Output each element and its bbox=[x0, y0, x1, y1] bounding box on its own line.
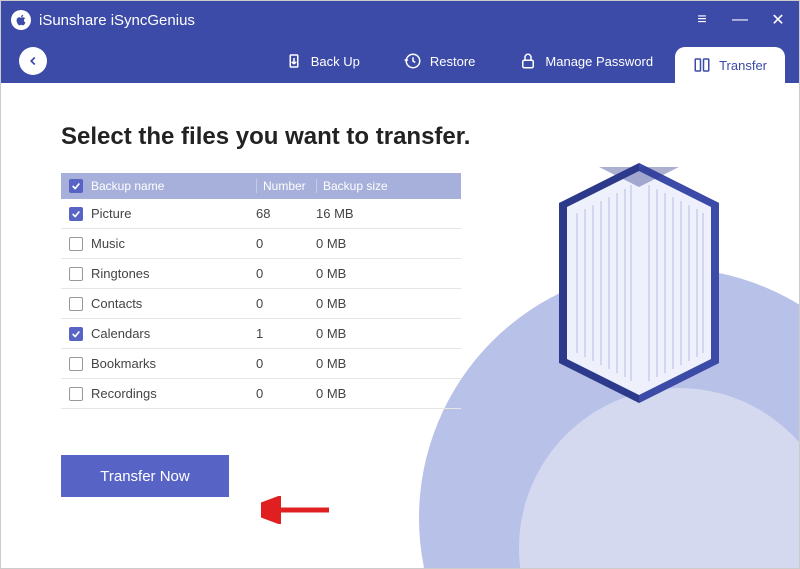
titlebar-left: iSunshare iSyncGenius bbox=[11, 10, 195, 30]
row-size: 0 MB bbox=[316, 386, 461, 401]
row-name: Calendars bbox=[91, 326, 256, 341]
file-table: Backup name Number Backup size Picture68… bbox=[61, 173, 461, 409]
row-name: Recordings bbox=[91, 386, 256, 401]
header-size: Backup size bbox=[316, 179, 461, 193]
row-number: 1 bbox=[256, 326, 316, 341]
pointer-arrow-icon bbox=[261, 496, 331, 524]
nav-backup[interactable]: Back Up bbox=[263, 39, 382, 83]
row-name: Bookmarks bbox=[91, 356, 256, 371]
row-checkbox[interactable] bbox=[69, 267, 83, 281]
window-controls: ≡ — ✕ bbox=[693, 10, 787, 30]
row-number: 0 bbox=[256, 296, 316, 311]
phone-illustration bbox=[539, 133, 739, 413]
row-size: 0 MB bbox=[316, 236, 461, 251]
header-number: Number bbox=[256, 179, 316, 193]
minimize-button[interactable]: — bbox=[731, 11, 749, 29]
table-header: Backup name Number Backup size bbox=[61, 173, 461, 199]
table-row: Calendars10 MB bbox=[61, 319, 461, 349]
app-title: iSunshare iSyncGenius bbox=[39, 12, 195, 29]
row-number: 68 bbox=[256, 206, 316, 221]
row-number: 0 bbox=[256, 356, 316, 371]
row-size: 0 MB bbox=[316, 326, 461, 341]
menu-icon[interactable]: ≡ bbox=[693, 11, 711, 29]
nav-items: Back Up Restore Manage Password Transfer bbox=[263, 39, 799, 83]
row-name: Picture bbox=[91, 206, 256, 221]
nav-restore[interactable]: Restore bbox=[382, 39, 498, 83]
close-button[interactable]: ✕ bbox=[769, 10, 787, 30]
nav-transfer[interactable]: Transfer bbox=[675, 47, 785, 83]
table-row: Picture6816 MB bbox=[61, 199, 461, 229]
app-logo-icon bbox=[11, 10, 31, 30]
table-row: Recordings00 MB bbox=[61, 379, 461, 409]
table-row: Ringtones00 MB bbox=[61, 259, 461, 289]
titlebar: iSunshare iSyncGenius ≡ — ✕ bbox=[1, 1, 799, 39]
row-checkbox[interactable] bbox=[69, 207, 83, 221]
table-row: Music00 MB bbox=[61, 229, 461, 259]
row-checkbox[interactable] bbox=[69, 237, 83, 251]
nav-label: Manage Password bbox=[545, 54, 653, 69]
page-title: Select the files you want to transfer. bbox=[61, 123, 799, 151]
row-checkbox[interactable] bbox=[69, 327, 83, 341]
table-row: Bookmarks00 MB bbox=[61, 349, 461, 379]
nav-label: Restore bbox=[430, 54, 476, 69]
row-number: 0 bbox=[256, 236, 316, 251]
back-button[interactable] bbox=[19, 47, 47, 75]
lock-icon bbox=[519, 52, 537, 70]
row-number: 0 bbox=[256, 266, 316, 281]
select-all-checkbox[interactable] bbox=[69, 179, 83, 193]
backup-icon bbox=[285, 52, 303, 70]
row-size: 0 MB bbox=[316, 266, 461, 281]
row-checkbox[interactable] bbox=[69, 297, 83, 311]
nav-password[interactable]: Manage Password bbox=[497, 39, 675, 83]
navbar: Back Up Restore Manage Password Transfer bbox=[1, 39, 799, 83]
table-row: Contacts00 MB bbox=[61, 289, 461, 319]
row-checkbox[interactable] bbox=[69, 357, 83, 371]
row-checkbox[interactable] bbox=[69, 387, 83, 401]
row-number: 0 bbox=[256, 386, 316, 401]
row-size: 0 MB bbox=[316, 356, 461, 371]
transfer-now-button[interactable]: Transfer Now bbox=[61, 455, 229, 497]
header-name: Backup name bbox=[91, 179, 256, 193]
row-name: Ringtones bbox=[91, 266, 256, 281]
transfer-icon bbox=[693, 56, 711, 74]
row-name: Music bbox=[91, 236, 256, 251]
row-size: 0 MB bbox=[316, 296, 461, 311]
row-size: 16 MB bbox=[316, 206, 461, 221]
nav-label: Transfer bbox=[719, 58, 767, 73]
row-name: Contacts bbox=[91, 296, 256, 311]
restore-icon bbox=[404, 52, 422, 70]
nav-label: Back Up bbox=[311, 54, 360, 69]
content-area: Select the files you want to transfer. B… bbox=[1, 83, 799, 568]
